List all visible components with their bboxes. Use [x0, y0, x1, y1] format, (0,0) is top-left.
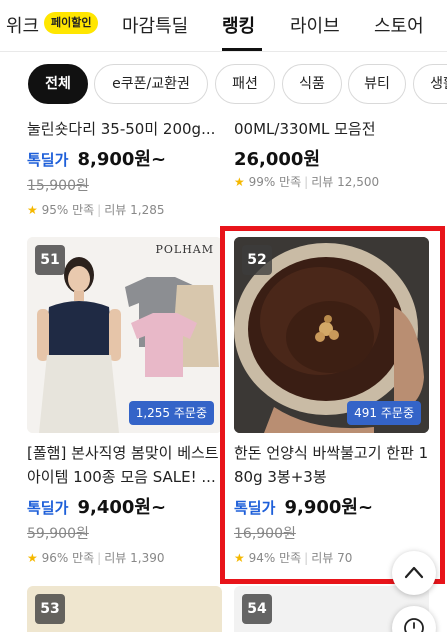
product-price: 8,900원~ — [77, 149, 167, 170]
nav-tab-live[interactable]: 라이브 — [290, 12, 340, 38]
deal-label: 톡딜가 — [27, 499, 69, 517]
review-count: 리뷰 12,500 — [311, 175, 380, 189]
product-title: [폴햄] 본사직영 봄맞이 베스트 아이템 100종 모음 SALE! ... — [27, 444, 219, 486]
rating-row: ★ 99% 만족 | 리뷰 12,500 — [234, 175, 380, 189]
clock-icon — [404, 618, 424, 632]
scroll-to-top-button[interactable] — [392, 551, 436, 595]
chip-beauty[interactable]: 뷰티 — [348, 64, 406, 104]
price-row: 26,000원 — [234, 145, 429, 171]
chip-food[interactable]: 식품 — [282, 64, 342, 104]
brand-logo-text: POLHAM — [155, 243, 214, 256]
review-count: 리뷰 1,285 — [104, 203, 165, 217]
product-price: 9,400원~ — [77, 497, 167, 518]
product-price: 26,000원 — [234, 149, 321, 170]
star-icon: ★ — [27, 551, 38, 565]
product-image[interactable]: POLHAM 51 1,255 주문중 — [27, 237, 222, 433]
product-title: 00ML/330ML 모음전 — [234, 120, 376, 138]
chip-fashion[interactable]: 패션 — [215, 64, 275, 104]
chip-living[interactable]: 생활 — [413, 64, 447, 104]
original-price: 59,900원 — [27, 526, 89, 542]
product-image[interactable]: 53 — [27, 586, 222, 632]
price-row: 톡딜가 9,400원~ — [27, 493, 222, 519]
nav-tab-week[interactable]: 위크 — [6, 12, 39, 38]
order-count-badge: 1,255 주문중 — [128, 401, 214, 425]
rank-badge: 54 — [242, 594, 272, 624]
nav-tab-ranking[interactable]: 랭킹 — [222, 12, 255, 38]
price-row: 톡딜가 8,900원~ — [27, 145, 222, 171]
satisfaction-rate: 95% 만족 — [41, 203, 95, 217]
category-chip-bar: 전체 e쿠폰/교환권 패션 식품 뷰티 생활 — [0, 60, 447, 108]
rating-row: ★ 95% 만족 | 리뷰 1,285 — [27, 203, 165, 217]
rating-row: ★ 96% 만족 | 리뷰 1,390 — [27, 551, 165, 565]
chip-ecoupon[interactable]: e쿠폰/교환권 — [94, 64, 208, 104]
product-title: 눌린숏다리 35-50미 200g... — [27, 120, 216, 138]
nav-tab-closing-deal[interactable]: 마감특딜 — [122, 12, 188, 38]
original-price: 15,900원 — [27, 178, 89, 194]
satisfaction-rate: 99% 만족 — [248, 175, 302, 189]
active-tab-indicator — [222, 48, 262, 51]
pay-discount-badge: 페이할인 — [44, 12, 99, 34]
deal-label: 톡딜가 — [27, 151, 69, 169]
nav-tab-store[interactable]: 스토어 — [374, 12, 424, 38]
chevron-up-icon — [404, 566, 424, 579]
chip-all[interactable]: 전체 — [28, 64, 88, 104]
highlight-frame — [220, 226, 445, 584]
rank-badge: 53 — [35, 594, 65, 624]
review-count: 리뷰 1,390 — [104, 551, 165, 565]
product-card[interactable]: 눌린숏다리 35-50미 200g... 톡딜가 8,900원~ 15,900원… — [27, 117, 222, 219]
top-navigation: 위크 페이할인 마감특딜 랭킹 라이브 스토어 — [0, 0, 447, 52]
satisfaction-rate: 96% 만족 — [41, 551, 95, 565]
product-card[interactable]: [폴햄] 본사직영 봄맞이 베스트 아이템 100종 모음 SALE! ... … — [27, 441, 222, 567]
star-icon: ★ — [27, 203, 38, 217]
rank-badge: 51 — [35, 245, 65, 275]
star-icon: ★ — [234, 175, 245, 189]
product-card[interactable]: 00ML/330ML 모음전 26,000원 ★ 99% 만족 | 리뷰 12,50… — [234, 117, 429, 191]
